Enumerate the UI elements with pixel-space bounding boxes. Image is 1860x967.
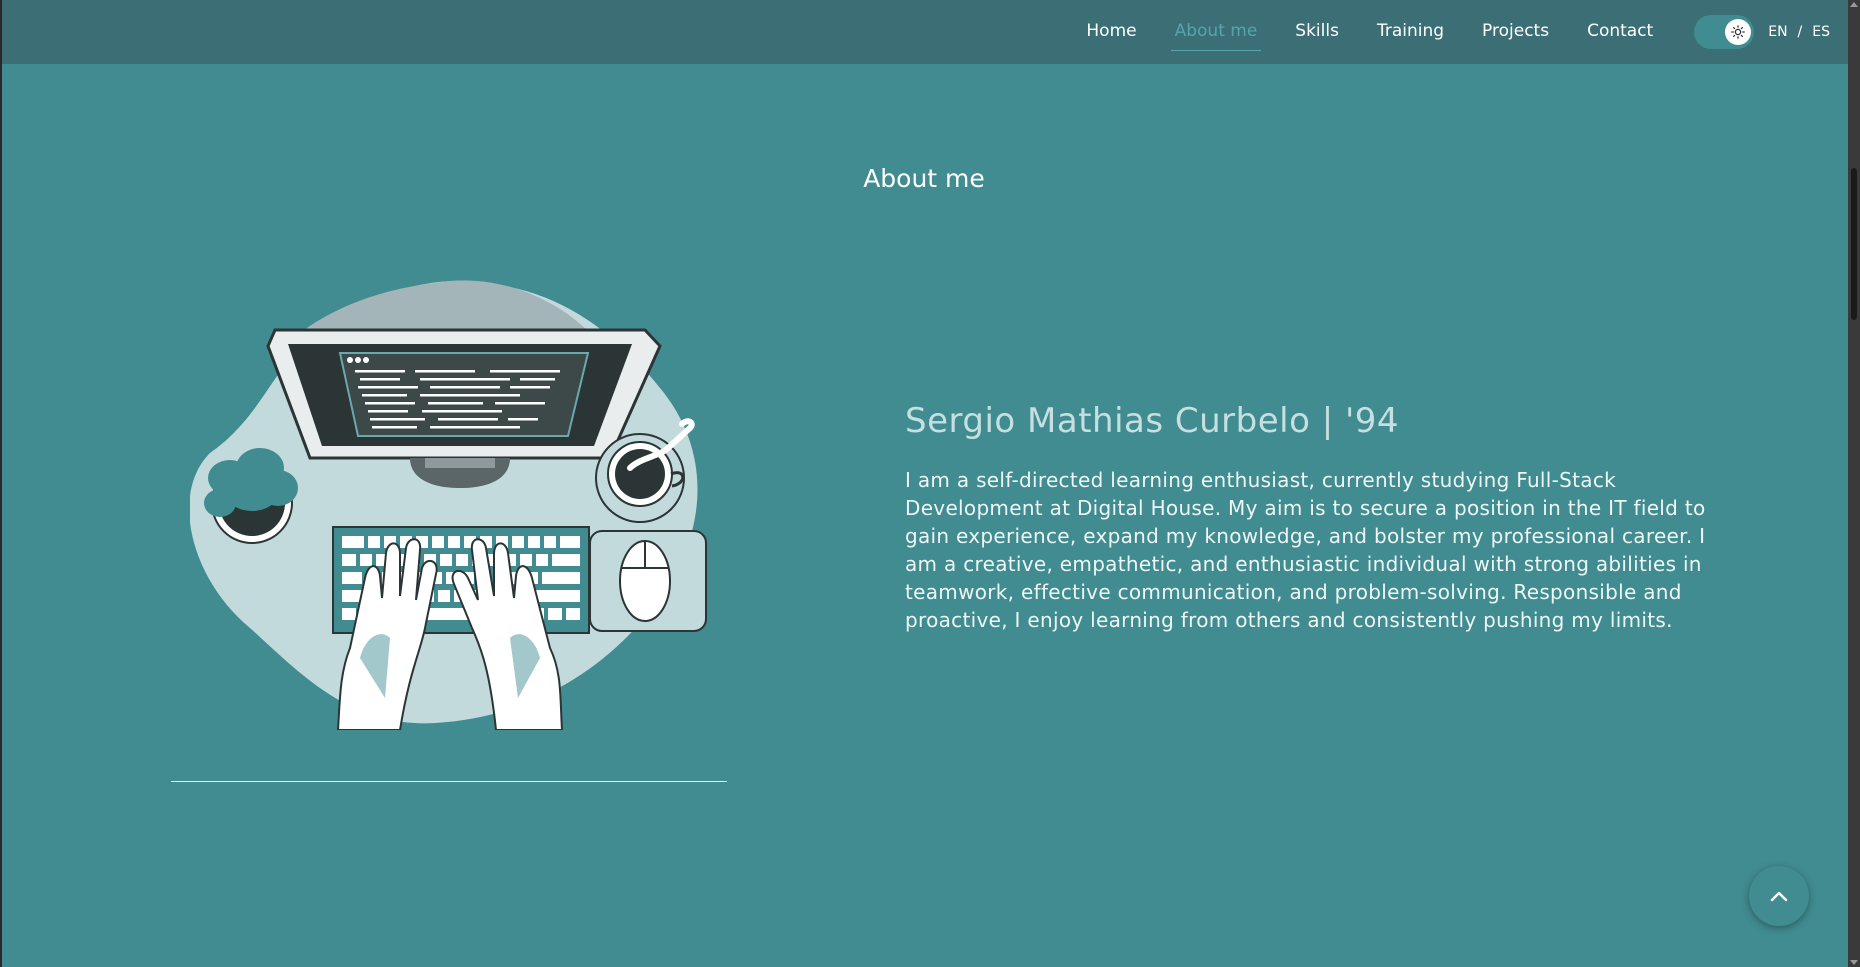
nav-links: Home About me Skills Training Projects C… — [1067, 0, 1848, 64]
language-es[interactable]: ES — [1812, 24, 1830, 40]
nav-link-skills[interactable]: Skills — [1291, 17, 1343, 47]
theme-toggle[interactable] — [1694, 15, 1755, 49]
scroll-down-arrow-icon[interactable] — [1850, 960, 1858, 965]
monitor-stand-top — [425, 458, 495, 468]
language-en[interactable]: EN — [1768, 24, 1787, 40]
window-edge — [0, 0, 2, 967]
scroll-up-arrow-icon[interactable] — [1850, 2, 1858, 7]
section-title: About me — [863, 164, 985, 193]
back-to-top-button[interactable] — [1749, 866, 1809, 926]
nav-link-contact[interactable]: Contact — [1583, 17, 1657, 47]
page-scrollbar[interactable] — [1848, 0, 1860, 967]
scroll-thumb[interactable] — [1851, 168, 1857, 320]
desk-computer-illustration — [190, 280, 707, 730]
profile-bio: I am a self-directed learning enthusiast… — [905, 468, 1706, 632]
chevron-up-icon — [1770, 891, 1788, 902]
top-navbar: Home About me Skills Training Projects C… — [2, 0, 1848, 64]
profile-name: Sergio Mathias Curbelo | '94 — [905, 401, 1400, 441]
nav-link-about-me[interactable]: About me — [1170, 17, 1262, 51]
nav-link-training[interactable]: Training — [1373, 17, 1448, 47]
nav-link-projects[interactable]: Projects — [1478, 17, 1553, 47]
illustration-blob-top — [300, 280, 590, 333]
sun-icon — [1731, 25, 1746, 39]
toggle-knob — [1725, 19, 1752, 45]
section-divider — [171, 781, 727, 782]
language-separator: / — [1797, 24, 1803, 40]
language-switcher: EN / ES — [1768, 24, 1830, 40]
nav-link-home[interactable]: Home — [1082, 17, 1140, 47]
